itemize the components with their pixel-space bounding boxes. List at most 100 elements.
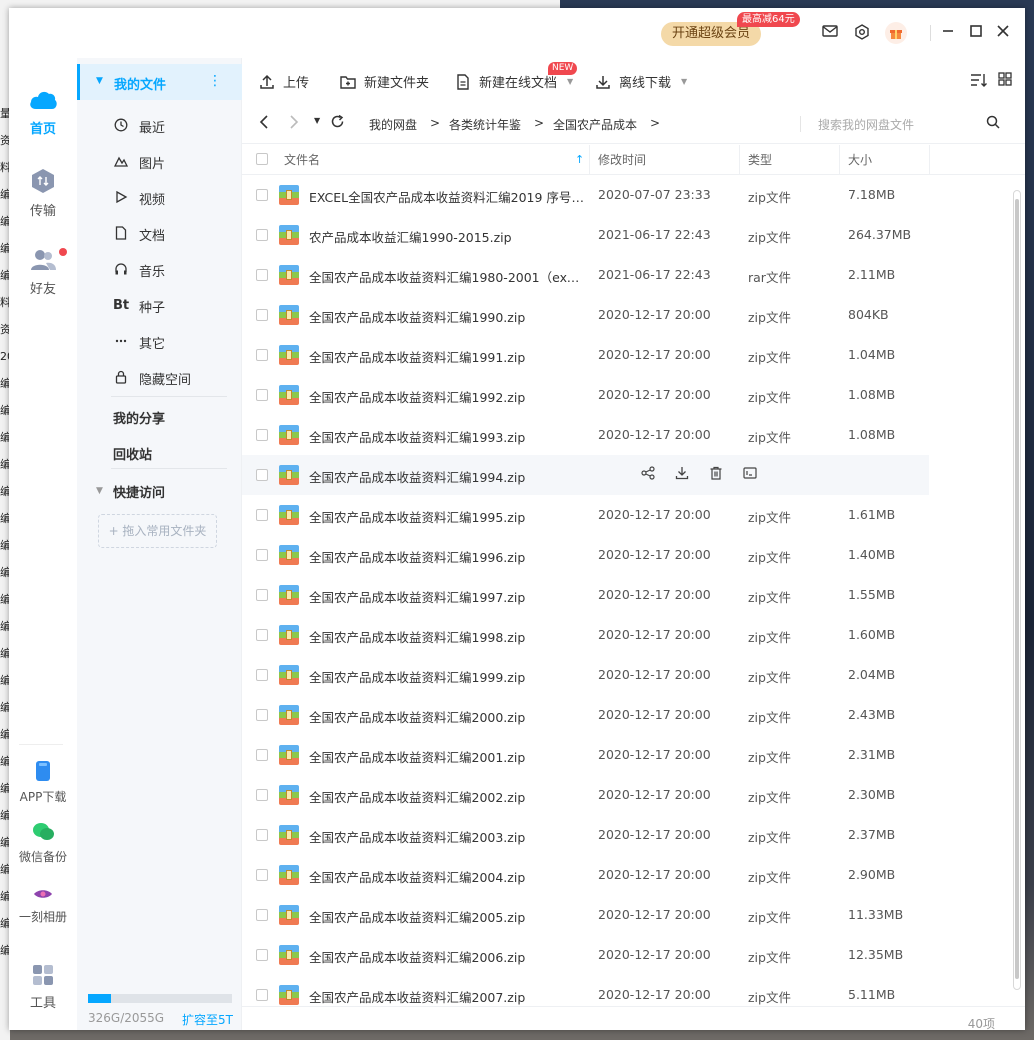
- table-row[interactable]: 全国农产品成本收益资料汇编2000.zip 2020-12-17 20:00 zip…: [242, 695, 929, 735]
- sidebar-item-clock[interactable]: 最近: [113, 116, 165, 136]
- file-name[interactable]: 全国农产品成本收益资料汇编1998.zip: [309, 627, 584, 646]
- table-row[interactable]: 全国农产品成本收益资料汇编2001.zip 2020-12-17 20:00 zip…: [242, 735, 929, 775]
- file-name[interactable]: 全国农产品成本收益资料汇编1999.zip: [309, 667, 584, 686]
- nav-friends[interactable]: 好友: [9, 248, 77, 297]
- quick-access-caret-icon[interactable]: ▼: [96, 486, 103, 496]
- row-checkbox[interactable]: [256, 589, 268, 601]
- file-name[interactable]: 全国农产品成本收益资料汇编1990.zip: [309, 307, 584, 326]
- forward-arrow-icon[interactable]: [288, 114, 300, 134]
- row-checkbox[interactable]: [256, 869, 268, 881]
- row-checkbox[interactable]: [256, 389, 268, 401]
- nav-moment-album[interactable]: 一刻相册: [9, 886, 77, 925]
- table-row[interactable]: 全国农产品成本收益资料汇编1991.zip 2020-12-17 20:00 zip…: [242, 335, 929, 375]
- file-name[interactable]: 全国农产品成本收益资料汇编1994.zip: [309, 467, 584, 486]
- minimize-icon[interactable]: [939, 24, 957, 42]
- sidebar-item-lock[interactable]: 隐藏空间: [113, 368, 191, 388]
- search-input[interactable]: 搜索我的网盘文件: [818, 116, 914, 133]
- upload-button[interactable]: 上传: [259, 72, 309, 91]
- nav-tools[interactable]: 工具: [9, 964, 77, 1011]
- file-name[interactable]: 农产品成本收益汇编1990-2015.zip: [309, 227, 584, 246]
- file-name[interactable]: 全国农产品成本收益资料汇编1992.zip: [309, 387, 584, 406]
- column-header-name[interactable]: 文件名: [284, 145, 320, 175]
- row-checkbox[interactable]: [256, 629, 268, 641]
- row-checkbox[interactable]: [256, 909, 268, 921]
- table-row[interactable]: 全国农产品成本收益资料汇编2003.zip 2020-12-17 20:00 zip…: [242, 815, 929, 855]
- column-header-size[interactable]: 大小: [848, 145, 872, 175]
- row-checkbox[interactable]: [256, 829, 268, 841]
- sidebar-item-headphones[interactable]: 音乐: [113, 260, 165, 280]
- file-name[interactable]: 全国农产品成本收益资料汇编1997.zip: [309, 587, 584, 606]
- table-row[interactable]: 全国农产品成本收益资料汇编1993.zip 2020-12-17 20:00 zip…: [242, 415, 929, 455]
- row-checkbox[interactable]: [256, 549, 268, 561]
- rename-icon[interactable]: [741, 466, 759, 484]
- file-name[interactable]: 全国农产品成本收益资料汇编2001.zip: [309, 747, 584, 766]
- sort-button[interactable]: [970, 72, 988, 88]
- file-name[interactable]: 全国农产品成本收益资料汇编1993.zip: [309, 427, 584, 446]
- scrollbar-thumb[interactable]: [1015, 199, 1019, 979]
- nav-app-download[interactable]: APP下载: [9, 760, 77, 805]
- file-name[interactable]: 全国农产品成本收益资料汇编1980-2001（excel...: [309, 267, 584, 286]
- table-row[interactable]: 全国农产品成本收益资料汇编1996.zip 2020-12-17 20:00 zip…: [242, 535, 929, 575]
- sidebar-item-doc[interactable]: 文档: [113, 224, 165, 244]
- row-checkbox[interactable]: [256, 789, 268, 801]
- gift-icon[interactable]: [885, 22, 907, 44]
- download-icon[interactable]: [673, 466, 691, 484]
- add-favorite-folder-dropzone[interactable]: + 拖入常用文件夹: [98, 514, 217, 548]
- row-checkbox[interactable]: [256, 749, 268, 761]
- file-name[interactable]: 全国农产品成本收益资料汇编2002.zip: [309, 787, 584, 806]
- more-vertical-icon[interactable]: ⋮: [208, 73, 222, 89]
- sidebar-recycle-bin[interactable]: 回收站: [113, 444, 152, 463]
- table-row[interactable]: 全国农产品成本收益资料汇编1994.zip: [242, 455, 929, 495]
- row-checkbox[interactable]: [256, 989, 268, 1001]
- table-row[interactable]: 全国农产品成本收益资料汇编2005.zip 2020-12-17 20:00 zip…: [242, 895, 929, 935]
- table-row[interactable]: EXCEL全国农产品成本收益资料汇编2019 序号标... 2020-07-07 …: [242, 175, 929, 215]
- sidebar-quick-access[interactable]: 快捷访问: [113, 482, 165, 501]
- maximize-icon[interactable]: [967, 24, 985, 42]
- breadcrumb-item[interactable]: 我的网盘: [369, 116, 417, 133]
- sidebar-my-share[interactable]: 我的分享: [113, 408, 165, 427]
- row-checkbox[interactable]: [256, 469, 268, 481]
- history-dropdown-icon[interactable]: ▼: [314, 116, 320, 125]
- chevron-down-icon[interactable]: ▼: [681, 77, 687, 86]
- back-arrow-icon[interactable]: [258, 114, 270, 134]
- row-checkbox[interactable]: [256, 509, 268, 521]
- file-name[interactable]: 全国农产品成本收益资料汇编2006.zip: [309, 947, 584, 966]
- row-checkbox[interactable]: [256, 429, 268, 441]
- row-checkbox[interactable]: [256, 349, 268, 361]
- file-name[interactable]: 全国农产品成本收益资料汇编2003.zip: [309, 827, 584, 846]
- table-row[interactable]: 全国农产品成本收益资料汇编1997.zip 2020-12-17 20:00 zip…: [242, 575, 929, 615]
- file-name[interactable]: 全国农产品成本收益资料汇编2004.zip: [309, 867, 584, 886]
- table-row[interactable]: 全国农产品成本收益资料汇编2006.zip 2020-12-17 20:00 zip…: [242, 935, 929, 975]
- grid-view-button[interactable]: [998, 72, 1012, 86]
- sidebar-item-play[interactable]: 视频: [113, 188, 165, 208]
- file-name[interactable]: EXCEL全国农产品成本收益资料汇编2019 序号标...: [309, 187, 584, 206]
- mail-icon[interactable]: [821, 24, 839, 42]
- select-all-checkbox[interactable]: [256, 153, 268, 165]
- table-row[interactable]: 全国农产品成本收益资料汇编1999.zip 2020-12-17 20:00 zip…: [242, 655, 929, 695]
- collapse-caret-icon[interactable]: ▼: [96, 76, 103, 86]
- expand-storage-link[interactable]: 扩容至5T: [182, 1011, 233, 1028]
- file-name[interactable]: 全国农产品成本收益资料汇编2000.zip: [309, 707, 584, 726]
- row-checkbox[interactable]: [256, 709, 268, 721]
- breadcrumb-item[interactable]: 各类统计年鉴: [449, 116, 521, 133]
- file-name[interactable]: 全国农产品成本收益资料汇编2005.zip: [309, 907, 584, 926]
- table-row[interactable]: 全国农产品成本收益资料汇编1990.zip 2020-12-17 20:00 zip…: [242, 295, 929, 335]
- sidebar-item-image[interactable]: 图片: [113, 152, 165, 172]
- file-name[interactable]: 全国农产品成本收益资料汇编2007.zip: [309, 987, 584, 1005]
- nav-wechat-backup[interactable]: 微信备份: [9, 822, 77, 865]
- file-name[interactable]: 全国农产品成本收益资料汇编1996.zip: [309, 547, 584, 566]
- table-row[interactable]: 全国农产品成本收益资料汇编1995.zip 2020-12-17 20:00 zip…: [242, 495, 929, 535]
- table-row[interactable]: 全国农产品成本收益资料汇编1980-2001（excel... 2021-06-1…: [242, 255, 929, 295]
- file-name[interactable]: 全国农产品成本收益资料汇编1991.zip: [309, 347, 584, 366]
- row-checkbox[interactable]: [256, 229, 268, 241]
- column-header-modified[interactable]: 修改时间: [598, 145, 646, 175]
- table-row[interactable]: 农产品成本收益汇编1990-2015.zip 2021-06-17 22:43 zi…: [242, 215, 929, 255]
- chevron-down-icon[interactable]: ▼: [567, 77, 573, 86]
- new-folder-button[interactable]: 新建文件夹: [340, 72, 429, 91]
- table-row[interactable]: 全国农产品成本收益资料汇编1992.zip 2020-12-17 20:00 zip…: [242, 375, 929, 415]
- row-checkbox[interactable]: [256, 189, 268, 201]
- breadcrumb-item[interactable]: 全国农产品成本: [553, 116, 637, 133]
- table-row[interactable]: 全国农产品成本收益资料汇编2002.zip 2020-12-17 20:00 zip…: [242, 775, 929, 815]
- search-icon[interactable]: [986, 115, 1000, 133]
- nav-home[interactable]: 首页: [9, 88, 77, 137]
